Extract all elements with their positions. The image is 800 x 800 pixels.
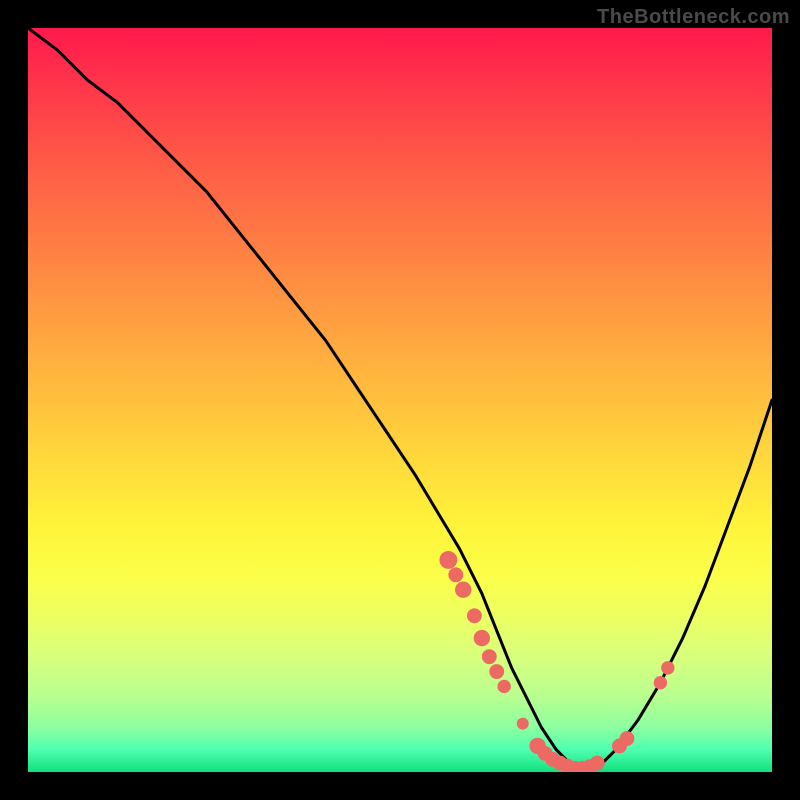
data-marker bbox=[474, 630, 490, 646]
page-root: TheBottleneck.com bbox=[0, 0, 800, 800]
data-marker bbox=[489, 664, 504, 679]
data-marker bbox=[448, 567, 463, 582]
data-marker bbox=[455, 582, 471, 598]
data-marker bbox=[661, 661, 674, 674]
plot-inner bbox=[28, 28, 772, 772]
chart-svg bbox=[28, 28, 772, 772]
data-marker bbox=[467, 608, 482, 623]
plot-area bbox=[28, 28, 772, 772]
markers-group bbox=[439, 551, 674, 772]
data-marker bbox=[497, 680, 510, 693]
bottleneck-curve bbox=[28, 28, 772, 772]
data-marker bbox=[439, 551, 457, 569]
data-marker bbox=[619, 731, 634, 746]
data-marker bbox=[517, 718, 529, 730]
data-marker bbox=[654, 676, 667, 689]
data-marker bbox=[482, 649, 497, 664]
watermark-text: TheBottleneck.com bbox=[597, 6, 790, 29]
data-marker bbox=[590, 756, 605, 771]
